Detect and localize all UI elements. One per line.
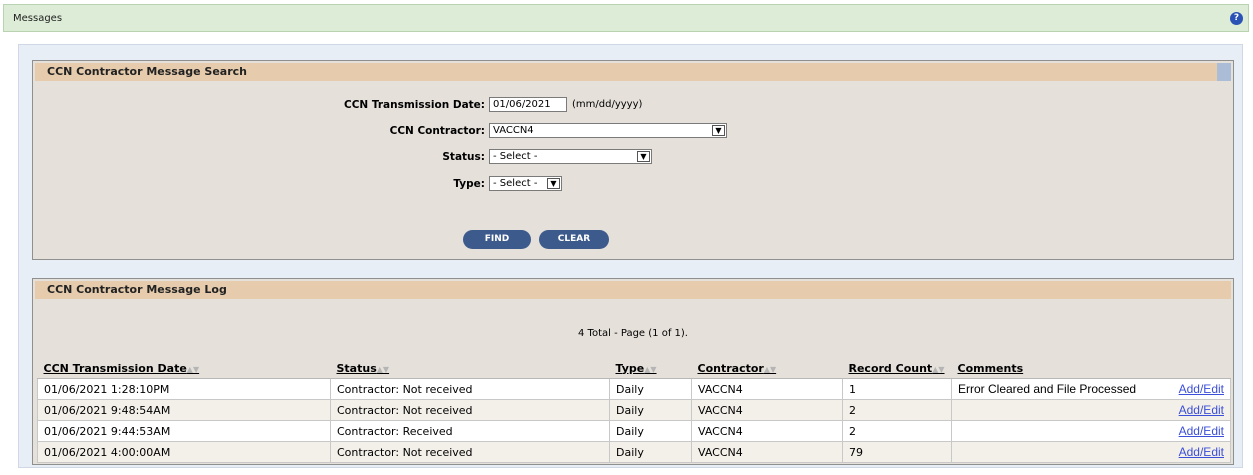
- add-edit-link[interactable]: Add/Edit: [1179, 403, 1224, 417]
- cell-comments: Add/Edit: [951, 399, 1231, 421]
- cell-record-count: 2: [842, 399, 952, 421]
- column-header-comments: Comments: [951, 358, 1231, 379]
- table-row: 01/06/2021 9:44:53AM Contractor: Receive…: [37, 420, 1231, 442]
- chevron-down-icon: ▼: [637, 151, 650, 162]
- sort-icon: ▲▼: [376, 364, 390, 374]
- transmission-date-input[interactable]: 01/06/2021: [489, 97, 567, 112]
- add-edit-link[interactable]: Add/Edit: [1179, 424, 1224, 438]
- date-format-hint: (mm/dd/yyyy): [572, 99, 643, 110]
- table-row: 01/06/2021 9:48:54AM Contractor: Not rec…: [37, 399, 1231, 421]
- chevron-down-icon: ▼: [712, 125, 725, 136]
- sort-icon: ▲▼: [644, 364, 657, 374]
- cell-comments: Add/Edit: [951, 441, 1231, 463]
- search-panel-header: CCN Contractor Message Search: [35, 63, 1231, 81]
- type-label: Type:: [453, 178, 485, 190]
- cell-comments: Add/Edit: [951, 420, 1231, 442]
- sort-icon: ▲▼: [186, 364, 200, 374]
- cell-status: Contractor: Not received: [330, 378, 610, 400]
- cell-type: Daily: [609, 420, 692, 442]
- column-header-type[interactable]: Type▲▼: [609, 358, 692, 379]
- cell-status: Contractor: Not received: [330, 441, 610, 463]
- log-panel-header: CCN Contractor Message Log: [35, 281, 1231, 299]
- cell-type: Daily: [609, 441, 692, 463]
- date-label: CCN Transmission Date:: [344, 99, 485, 111]
- clear-button[interactable]: CLEAR: [539, 230, 609, 249]
- comment-text: Error Cleared and File Processed: [958, 382, 1137, 396]
- add-edit-link[interactable]: Add/Edit: [1179, 382, 1224, 396]
- column-header-contractor[interactable]: Contractor▲▼: [691, 358, 843, 379]
- status-label: Status:: [442, 151, 485, 163]
- cell-type: Daily: [609, 399, 692, 421]
- messages-header-bar: Messages ?: [3, 4, 1249, 32]
- sort-icon: ▲▼: [932, 364, 945, 374]
- cell-contractor: VACCN4: [691, 378, 843, 400]
- cell-record-count: 2: [842, 420, 952, 442]
- cell-date: 01/06/2021 1:28:10PM: [37, 378, 331, 400]
- log-panel: CCN Contractor Message Log 4 Total - Pag…: [32, 278, 1234, 465]
- type-select-value: - Select -: [493, 178, 538, 189]
- content-area: CCN Contractor Message Search CCN Transm…: [18, 44, 1243, 468]
- page-title: Messages: [13, 13, 63, 24]
- cell-status: Contractor: Not received: [330, 399, 610, 421]
- search-panel: CCN Contractor Message Search CCN Transm…: [32, 60, 1234, 260]
- cell-type: Daily: [609, 378, 692, 400]
- contractor-select[interactable]: VACCN4 ▼: [489, 123, 727, 138]
- sort-icon: ▲▼: [763, 364, 777, 374]
- column-header-record-count[interactable]: Record Count▲▼: [842, 358, 952, 379]
- cell-record-count: 1: [842, 378, 952, 400]
- contractor-select-value: VACCN4: [493, 125, 534, 136]
- help-icon[interactable]: ?: [1230, 12, 1243, 25]
- table-row: 01/06/2021 1:28:10PM Contractor: Not rec…: [37, 378, 1231, 400]
- search-panel-title: CCN Contractor Message Search: [47, 65, 248, 78]
- cell-date: 01/06/2021 9:44:53AM: [37, 420, 331, 442]
- cell-comments: Error Cleared and File Processed Add/Edi…: [951, 378, 1231, 400]
- cell-date: 01/06/2021 9:48:54AM: [37, 399, 331, 421]
- cell-date: 01/06/2021 4:00:00AM: [37, 441, 331, 463]
- chevron-down-icon: ▼: [547, 178, 560, 189]
- contractor-label: CCN Contractor:: [389, 125, 485, 137]
- table-row: 01/06/2021 4:00:00AM Contractor: Not rec…: [37, 441, 1231, 463]
- status-select[interactable]: - Select - ▼: [489, 149, 652, 164]
- add-edit-link[interactable]: Add/Edit: [1179, 445, 1224, 459]
- status-select-value: - Select -: [493, 151, 538, 162]
- column-header-date[interactable]: CCN Transmission Date▲▼: [37, 358, 331, 379]
- type-select[interactable]: - Select - ▼: [489, 176, 562, 191]
- cell-status: Contractor: Received: [330, 420, 610, 442]
- cell-contractor: VACCN4: [691, 399, 843, 421]
- cell-contractor: VACCN4: [691, 420, 843, 442]
- log-panel-title: CCN Contractor Message Log: [47, 283, 227, 296]
- message-log-table: CCN Transmission Date▲▼ Status▲▼ Type▲▼ …: [37, 358, 1231, 463]
- find-button[interactable]: FIND: [463, 230, 531, 249]
- cell-contractor: VACCN4: [691, 441, 843, 463]
- scrollbar-handle[interactable]: [1217, 63, 1231, 81]
- cell-record-count: 79: [842, 441, 952, 463]
- result-count: 4 Total - Page (1 of 1).: [578, 328, 688, 339]
- column-header-status[interactable]: Status▲▼: [330, 358, 610, 379]
